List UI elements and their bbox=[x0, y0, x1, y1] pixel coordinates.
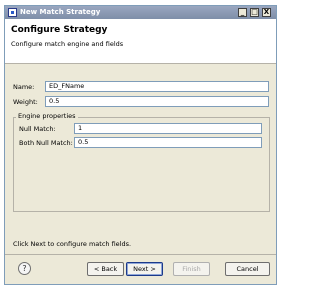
new-match-strategy-dialog: New Match Strategy _ □ X Configure Strat… bbox=[4, 5, 277, 285]
wizard-header: Configure Strategy Configure match engin… bbox=[5, 19, 276, 64]
both-null-match-label: Both Null Match: bbox=[19, 139, 73, 147]
page-description: Configure match engine and fields bbox=[11, 40, 124, 48]
name-label: Name: bbox=[13, 83, 35, 91]
null-match-label: Null Match: bbox=[19, 125, 56, 133]
close-button[interactable]: X bbox=[262, 8, 271, 17]
name-field[interactable]: ED_FName bbox=[45, 81, 269, 92]
window-title: New Match Strategy bbox=[20, 8, 101, 16]
both-null-match-field[interactable]: 0.5 bbox=[74, 137, 262, 148]
weight-label: Weight: bbox=[13, 98, 38, 106]
page-title: Configure Strategy bbox=[11, 25, 108, 35]
app-icon bbox=[8, 8, 17, 17]
help-icon[interactable]: ? bbox=[18, 262, 31, 275]
null-match-field[interactable]: 1 bbox=[74, 123, 262, 134]
finish-button[interactable]: Finish bbox=[173, 262, 210, 276]
cancel-button[interactable]: Cancel bbox=[225, 262, 270, 276]
back-button[interactable]: < Back bbox=[87, 262, 124, 276]
maximize-button[interactable]: □ bbox=[250, 8, 259, 17]
engine-properties-title: Engine properties bbox=[16, 112, 78, 120]
next-button[interactable]: Next > bbox=[126, 262, 163, 276]
title-bar[interactable]: New Match Strategy _ □ X bbox=[5, 6, 276, 19]
footer-divider bbox=[5, 254, 276, 255]
status-message: Click Next to configure match fields. bbox=[13, 240, 132, 248]
weight-field[interactable]: 0.5 bbox=[45, 96, 269, 107]
minimize-button[interactable]: _ bbox=[238, 8, 247, 17]
